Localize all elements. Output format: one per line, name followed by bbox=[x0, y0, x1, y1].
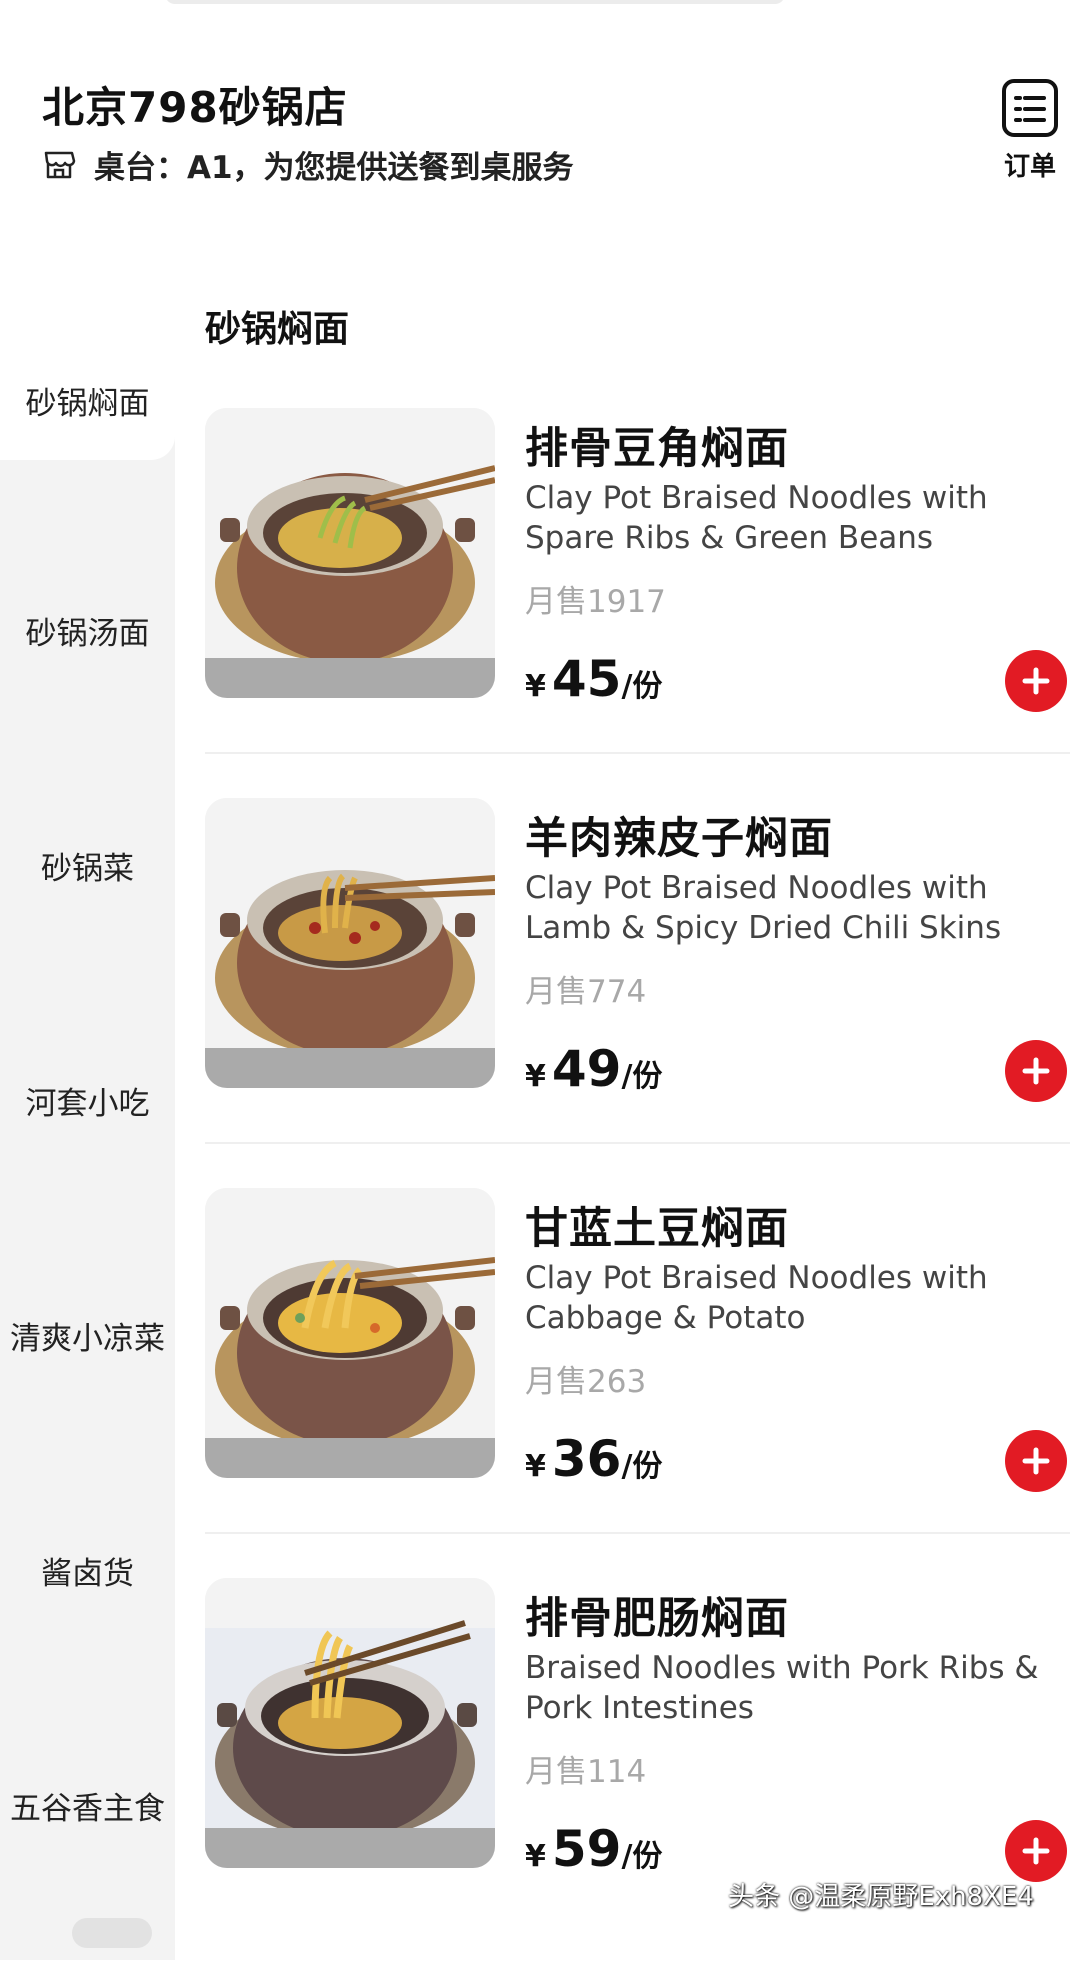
dish-english-name: Braised Noodles with Pork Ribs & Pork In… bbox=[525, 1650, 1039, 1726]
sidebar-item-clay-pot-braised-noodles[interactable]: 砂锅焖面 bbox=[0, 340, 175, 460]
currency-symbol: ¥ bbox=[525, 669, 546, 704]
dish-price: ¥ 45 /份 bbox=[525, 650, 662, 708]
orders-label: 订单 bbox=[1003, 152, 1056, 182]
monthly-sales: 月售263 bbox=[525, 1364, 647, 1400]
orders-button[interactable]: 订单 bbox=[990, 78, 1070, 183]
store-name: 北京798砂锅店 bbox=[42, 83, 348, 132]
add-to-cart-button[interactable] bbox=[1005, 1820, 1067, 1882]
table-info-text: 桌台：A1，为您提供送餐到桌服务 bbox=[94, 149, 574, 186]
dish-image bbox=[205, 1578, 495, 1868]
dish-english-name: Clay Pot Braised Noodles with Cabbage & … bbox=[525, 1260, 988, 1336]
sidebar-item-staple-food[interactable]: 五谷香主食 bbox=[0, 1745, 175, 1865]
price-value: 49 bbox=[551, 1040, 622, 1098]
store-icon bbox=[44, 151, 76, 179]
price-unit: /份 bbox=[621, 1839, 663, 1874]
add-to-cart-button[interactable] bbox=[1005, 650, 1067, 712]
dish-image bbox=[205, 798, 495, 1088]
monthly-sales: 月售1917 bbox=[525, 584, 666, 620]
price-unit: /份 bbox=[621, 1449, 663, 1484]
dish-name: 排骨肥肠焖面 bbox=[525, 1594, 789, 1644]
monthly-sales: 月售774 bbox=[525, 974, 647, 1010]
divider bbox=[205, 1142, 1070, 1144]
currency-symbol: ¥ bbox=[525, 1839, 546, 1874]
add-to-cart-button[interactable] bbox=[1005, 1430, 1067, 1492]
plus-icon bbox=[1022, 1837, 1050, 1865]
price-value: 36 bbox=[551, 1430, 622, 1488]
dish-card[interactable]: 羊肉辣皮子焖面 Clay Pot Braised Noodles with La… bbox=[205, 798, 1070, 1188]
dish-price: ¥ 59 /份 bbox=[525, 1820, 662, 1878]
dish-price: ¥ 36 /份 bbox=[525, 1430, 662, 1488]
sidebar-item-cold-dishes[interactable]: 清爽小凉菜 bbox=[0, 1275, 175, 1395]
monthly-sales: 月售114 bbox=[525, 1754, 647, 1790]
section-title: 砂锅焖面 bbox=[205, 309, 350, 350]
price-value: 45 bbox=[551, 650, 622, 708]
dish-card[interactable]: 排骨豆角焖面 Clay Pot Braised Noodles with Spa… bbox=[205, 408, 1070, 798]
currency-symbol: ¥ bbox=[525, 1059, 546, 1094]
plus-icon bbox=[1022, 1447, 1050, 1475]
price-unit: /份 bbox=[621, 1059, 663, 1094]
watermark: 头条 @温柔原野Exh8XE4 bbox=[728, 1882, 1034, 1912]
sidebar-item-hetao-snacks[interactable]: 河套小吃 bbox=[0, 1040, 175, 1160]
plus-icon bbox=[1022, 667, 1050, 695]
sidebar-item-clay-pot-soup-noodles[interactable]: 砂锅汤面 bbox=[0, 570, 175, 690]
scroll-knob bbox=[72, 1918, 152, 1948]
table-info-row: 桌台：A1，为您提供送餐到桌服务 bbox=[42, 142, 574, 186]
sidebar-item-braised-items[interactable]: 酱卤货 bbox=[0, 1510, 175, 1630]
sidebar-item-clay-pot-dishes[interactable]: 砂锅菜 bbox=[0, 805, 175, 925]
price-value: 59 bbox=[551, 1820, 622, 1878]
dish-english-name: Clay Pot Braised Noodles with Lamb & Spi… bbox=[525, 870, 1002, 946]
add-to-cart-button[interactable] bbox=[1005, 1040, 1067, 1102]
divider bbox=[205, 1532, 1070, 1534]
plus-icon bbox=[1022, 1057, 1050, 1085]
dish-name: 排骨豆角焖面 bbox=[525, 424, 789, 474]
top-sheet-handle bbox=[165, 0, 785, 4]
order-list-icon bbox=[1002, 79, 1058, 137]
price-unit: /份 bbox=[621, 669, 663, 704]
dish-card[interactable]: 甘蓝土豆焖面 Clay Pot Braised Noodles with Cab… bbox=[205, 1188, 1070, 1578]
dish-price: ¥ 49 /份 bbox=[525, 1040, 662, 1098]
dish-english-name: Clay Pot Braised Noodles with Spare Ribs… bbox=[525, 480, 988, 556]
divider bbox=[205, 752, 1070, 754]
currency-symbol: ¥ bbox=[525, 1449, 546, 1484]
dish-image bbox=[205, 1188, 495, 1478]
dish-name: 甘蓝土豆焖面 bbox=[525, 1204, 789, 1254]
dish-name: 羊肉辣皮子焖面 bbox=[525, 814, 833, 864]
category-sidebar: 砂锅焖面 砂锅汤面 砂锅菜 河套小吃 清爽小凉菜 酱卤货 五谷香主食 bbox=[0, 340, 175, 1960]
dish-image bbox=[205, 408, 495, 698]
